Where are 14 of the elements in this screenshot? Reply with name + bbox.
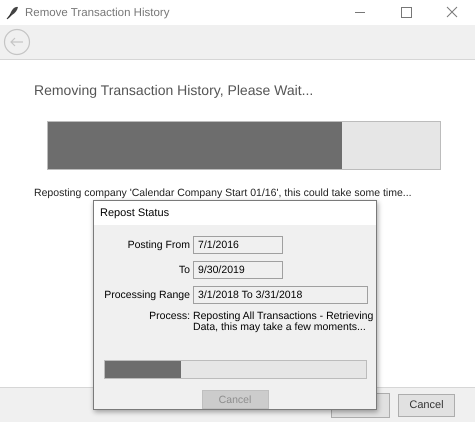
date-field: 3/1/2018 To 3/31/2018 xyxy=(193,286,368,304)
window-title: Remove Transaction History xyxy=(25,6,170,18)
field-label: Posting From xyxy=(128,239,190,251)
heading: Removing Transaction History, Please Wait... xyxy=(34,82,314,98)
dialog-title: Repost Status xyxy=(100,207,170,219)
app-icon xyxy=(6,6,19,20)
process-text: Reposting All Transactions - Retrieving Data, this may take a few moments... xyxy=(193,311,374,333)
date-field: 7/1/2016 xyxy=(193,236,283,254)
cancel-button[interactable]: Cancel xyxy=(398,394,455,416)
process-label: Process: xyxy=(149,311,190,322)
field-label: To xyxy=(178,264,190,276)
date-field: 9/30/2019 xyxy=(193,261,283,279)
field-label: Processing Range xyxy=(104,289,190,301)
status-message: Reposting company 'Calendar Company Start 01/16', this could take some time... xyxy=(34,187,413,199)
